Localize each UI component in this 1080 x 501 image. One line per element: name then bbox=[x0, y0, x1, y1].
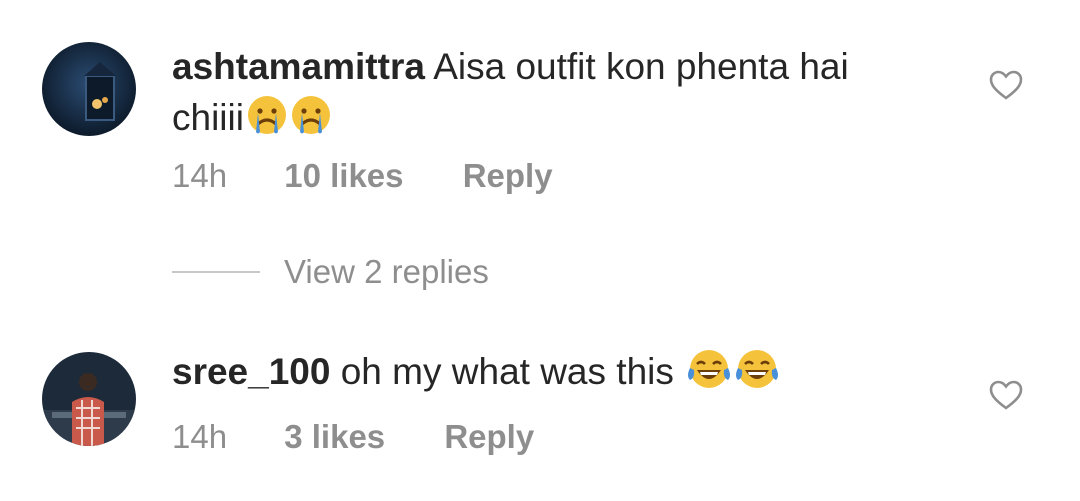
reply-button[interactable]: Reply bbox=[444, 418, 534, 456]
like-heart-icon[interactable] bbox=[989, 380, 1023, 410]
comment-time: 14h bbox=[172, 418, 228, 455]
avatar[interactable] bbox=[42, 42, 136, 136]
view-replies-button[interactable]: View 2 replies bbox=[172, 252, 489, 292]
comment-likes[interactable]: 10 likes bbox=[284, 157, 403, 195]
comment-username[interactable]: ashtamamittra bbox=[172, 46, 425, 87]
like-heart-icon[interactable] bbox=[989, 70, 1023, 100]
crying-face-icon bbox=[246, 94, 288, 136]
divider bbox=[172, 271, 260, 273]
comment-text: sree_100 oh my what was this bbox=[172, 346, 780, 397]
comment-time: 14h bbox=[172, 157, 228, 194]
comment-meta: 14h 10 likes Reply bbox=[172, 157, 553, 195]
avatar[interactable] bbox=[42, 352, 136, 446]
view-replies-label: View 2 replies bbox=[284, 253, 489, 290]
comment-body: Aisa outfit kon phenta hai bbox=[433, 46, 849, 87]
comment-likes[interactable]: 3 likes bbox=[284, 418, 385, 456]
comment-text: ashtamamittra Aisa outfit kon phenta hai… bbox=[172, 41, 849, 143]
tears-of-joy-face-icon bbox=[734, 348, 780, 390]
comment-body-line2: chiiii bbox=[172, 97, 244, 138]
crying-face-icon bbox=[290, 94, 332, 136]
reply-button[interactable]: Reply bbox=[463, 157, 553, 195]
comment-body: oh my what was this bbox=[340, 351, 674, 392]
comment-username[interactable]: sree_100 bbox=[172, 351, 330, 392]
tears-of-joy-face-icon bbox=[686, 348, 732, 390]
comment-meta: 14h 3 likes Reply bbox=[172, 418, 534, 456]
